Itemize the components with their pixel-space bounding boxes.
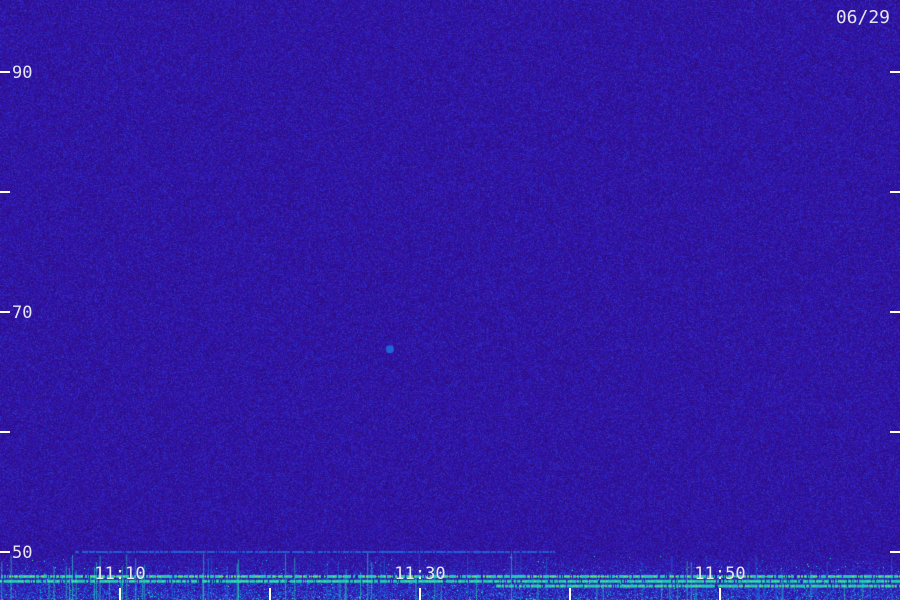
y-axis-right [890,71,900,553]
x-tick-label: 11:30 [394,564,445,584]
y-axis-left: 90 70 50 [0,63,32,563]
y-tick-label: 70 [12,303,32,323]
y-tick-label: 90 [12,63,32,83]
y-tick-label: 50 [12,543,32,563]
axis-overlay: 90 70 50 11:10 11:30 11:50 06/29 [0,7,900,600]
x-tick-label: 11:10 [94,564,145,584]
date-label: 06/29 [836,7,890,28]
x-tick-label: 11:50 [694,564,745,584]
x-axis: 11:10 11:30 11:50 [94,564,746,600]
